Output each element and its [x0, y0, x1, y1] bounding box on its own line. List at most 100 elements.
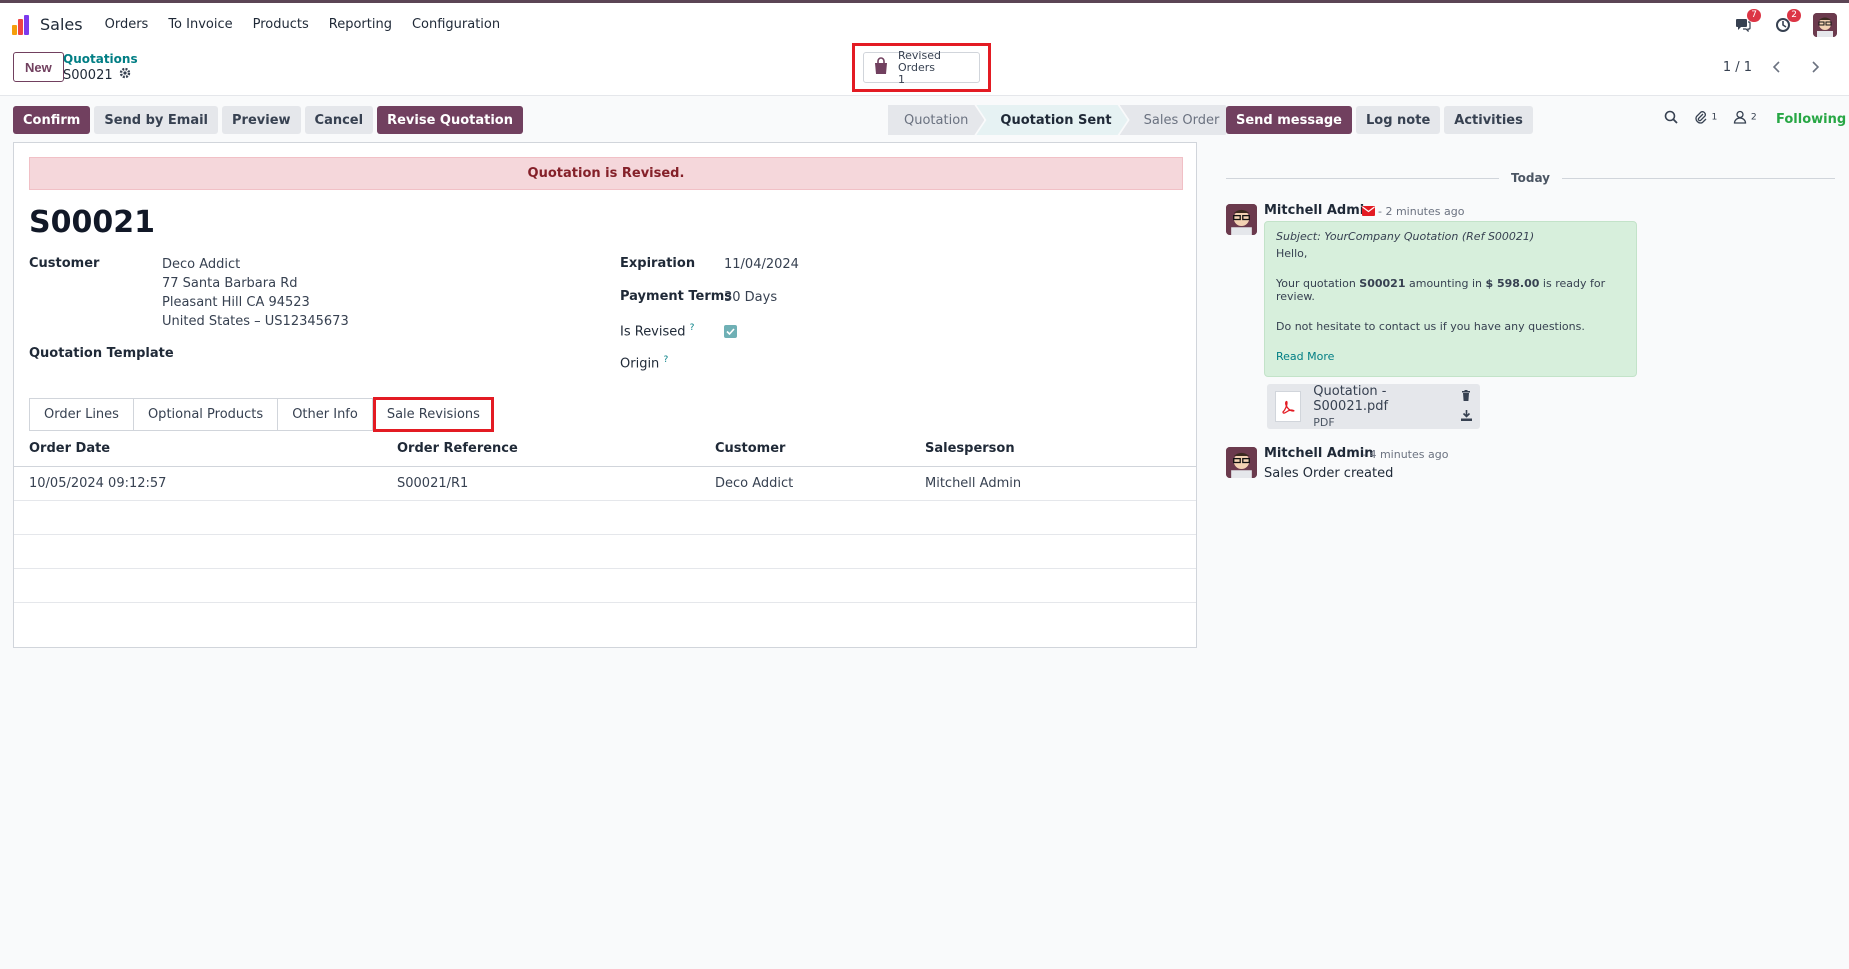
menu-configuration[interactable]: Configuration: [412, 17, 500, 32]
breadcrumb-current: S00021: [63, 67, 113, 83]
user-icon: [1734, 110, 1747, 124]
is-revised-label: Is Revised ?: [620, 323, 695, 340]
preview-button[interactable]: Preview: [222, 106, 301, 134]
message-timestamp: - 4 minutes ago: [1362, 448, 1449, 461]
form-action-buttons: Confirm Send by Email Preview Cancel Rev…: [13, 106, 523, 134]
customer-label: Customer: [29, 256, 100, 271]
chevron-right-icon[interactable]: [1802, 56, 1828, 78]
followers-count: 2: [1750, 111, 1757, 123]
activities-badge: 2: [1787, 8, 1801, 22]
tab-order-lines[interactable]: Order Lines: [29, 398, 133, 431]
help-tooltip-icon[interactable]: ?: [663, 355, 668, 365]
message-text: Sales Order created: [1264, 466, 1394, 481]
revise-quotation-button[interactable]: Revise Quotation: [377, 106, 523, 134]
menu-to-invoice[interactable]: To Invoice: [168, 17, 232, 32]
gear-icon[interactable]: [119, 67, 131, 83]
sales-app-icon[interactable]: [12, 14, 32, 35]
today-label: Today: [1511, 171, 1550, 185]
quotation-template-label: Quotation Template: [29, 346, 174, 361]
tab-other-info[interactable]: Other Info: [277, 398, 373, 431]
followers-button[interactable]: 2: [1733, 110, 1757, 127]
chatter-tools: 1 2: [1664, 110, 1757, 127]
is-revised-checkbox[interactable]: [724, 325, 737, 338]
pager-value[interactable]: 1 / 1: [1723, 60, 1752, 75]
shopping-bag-icon: [872, 56, 890, 79]
status-sales-order[interactable]: Sales Order: [1120, 105, 1236, 135]
help-tooltip-icon[interactable]: ?: [690, 323, 695, 333]
breadcrumb: Quotations S00021: [63, 52, 138, 83]
revised-orders-smart-button[interactable]: Revised Orders 1: [863, 49, 980, 86]
menu-reporting[interactable]: Reporting: [329, 17, 392, 32]
send-by-email-button[interactable]: Send by Email: [94, 106, 219, 134]
message-author-avatar[interactable]: [1226, 447, 1257, 478]
control-panel: New Quotations S00021 Revised Orders 1 1…: [0, 43, 1849, 96]
envelope-icon: [1362, 205, 1375, 220]
cell-order-date: 10/05/2024 09:12:57: [14, 466, 382, 501]
column-customer[interactable]: Customer: [700, 432, 910, 467]
tab-optional-products[interactable]: Optional Products: [132, 398, 278, 431]
smart-button-count: 1: [898, 72, 905, 86]
cell-customer: Deco Addict: [700, 466, 910, 501]
attachment-card[interactable]: Quotation - S00021.pdf PDF: [1267, 384, 1480, 429]
breadcrumb-quotations[interactable]: Quotations: [63, 52, 138, 66]
column-order-reference[interactable]: Order Reference: [382, 432, 700, 467]
cell-order-reference: S00021/R1: [382, 466, 700, 501]
status-quotation-sent[interactable]: Quotation Sent: [976, 105, 1127, 135]
customer-field[interactable]: Deco Addict 77 Santa Barbara Rd Pleasant…: [162, 255, 349, 331]
message-body: Subject: YourCompany Quotation (Ref S000…: [1264, 221, 1637, 377]
messages-badge: 7: [1747, 8, 1761, 22]
trash-icon[interactable]: [1461, 389, 1472, 404]
menu-products[interactable]: Products: [253, 17, 309, 32]
confirm-button[interactable]: Confirm: [13, 106, 91, 134]
chevron-left-icon[interactable]: [1764, 56, 1790, 78]
payment-terms-field[interactable]: 30 Days: [724, 288, 777, 307]
customer-address-line2: Pleasant Hill CA 94523: [162, 295, 310, 310]
new-button[interactable]: New: [13, 52, 64, 82]
empty-row: [14, 568, 1196, 603]
today-separator: Today: [1226, 170, 1836, 186]
send-message-button[interactable]: Send message: [1226, 106, 1352, 134]
table-header-row: Order Date Order Reference Customer Sale…: [14, 432, 1196, 467]
read-more-link[interactable]: Read More: [1276, 350, 1334, 363]
expiration-field[interactable]: 11/04/2024: [724, 255, 799, 274]
column-salesperson[interactable]: Salesperson: [910, 432, 1196, 467]
message-author-avatar[interactable]: [1226, 204, 1257, 235]
message-author[interactable]: Mitchell Admin: [1264, 446, 1373, 461]
customer-name: Deco Addict: [162, 257, 241, 272]
activities-button[interactable]: Activities: [1444, 106, 1533, 134]
revised-alert: Quotation is Revised.: [29, 157, 1183, 190]
email-body-line1: Your quotation S00021 amounting in $ 598…: [1276, 277, 1606, 303]
cancel-button[interactable]: Cancel: [304, 106, 374, 134]
messages-icon[interactable]: 7: [1733, 8, 1761, 35]
app-name[interactable]: Sales: [40, 15, 83, 34]
attachments-button[interactable]: 1: [1694, 110, 1717, 127]
tab-sale-revisions[interactable]: Sale Revisions: [375, 400, 491, 429]
empty-row: [14, 500, 1196, 535]
expiration-label: Expiration: [620, 256, 696, 271]
following-button[interactable]: Following: [1776, 112, 1846, 127]
paperclip-icon: [1695, 111, 1707, 124]
email-greeting: Hello,: [1276, 247, 1308, 260]
customer-address-line3: United States – US12345673: [162, 314, 349, 329]
sale-revisions-table: Order Date Order Reference Customer Sale…: [14, 432, 1196, 603]
customer-address-line1: 77 Santa Barbara Rd: [162, 276, 298, 291]
top-navbar: Sales Orders To Invoice Products Reporti…: [0, 0, 1849, 46]
download-icon[interactable]: [1461, 409, 1472, 424]
notebook-tabs: Order Lines Optional Products Other Info…: [29, 397, 494, 432]
message-timestamp: - 2 minutes ago: [1378, 205, 1465, 218]
search-icon[interactable]: [1664, 110, 1678, 127]
user-avatar[interactable]: [1813, 12, 1837, 37]
pager: 1 / 1: [1723, 56, 1828, 78]
activities-clock-icon[interactable]: 2: [1773, 8, 1801, 35]
table-row[interactable]: 10/05/2024 09:12:57 S00021/R1 Deco Addic…: [14, 466, 1196, 501]
column-order-date[interactable]: Order Date: [14, 432, 382, 467]
attachment-type: PDF: [1313, 416, 1335, 429]
empty-row: [14, 534, 1196, 569]
form-sheet: Quotation is Revised. S00021 Customer De…: [13, 142, 1197, 648]
log-note-button[interactable]: Log note: [1356, 106, 1441, 134]
attachments-count: 1: [1711, 111, 1718, 123]
status-quotation[interactable]: Quotation: [888, 105, 984, 135]
message-author[interactable]: Mitchell Admin: [1264, 203, 1373, 218]
menu-orders[interactable]: Orders: [105, 17, 149, 32]
attachment-name: Quotation - S00021.pdf: [1313, 384, 1389, 414]
